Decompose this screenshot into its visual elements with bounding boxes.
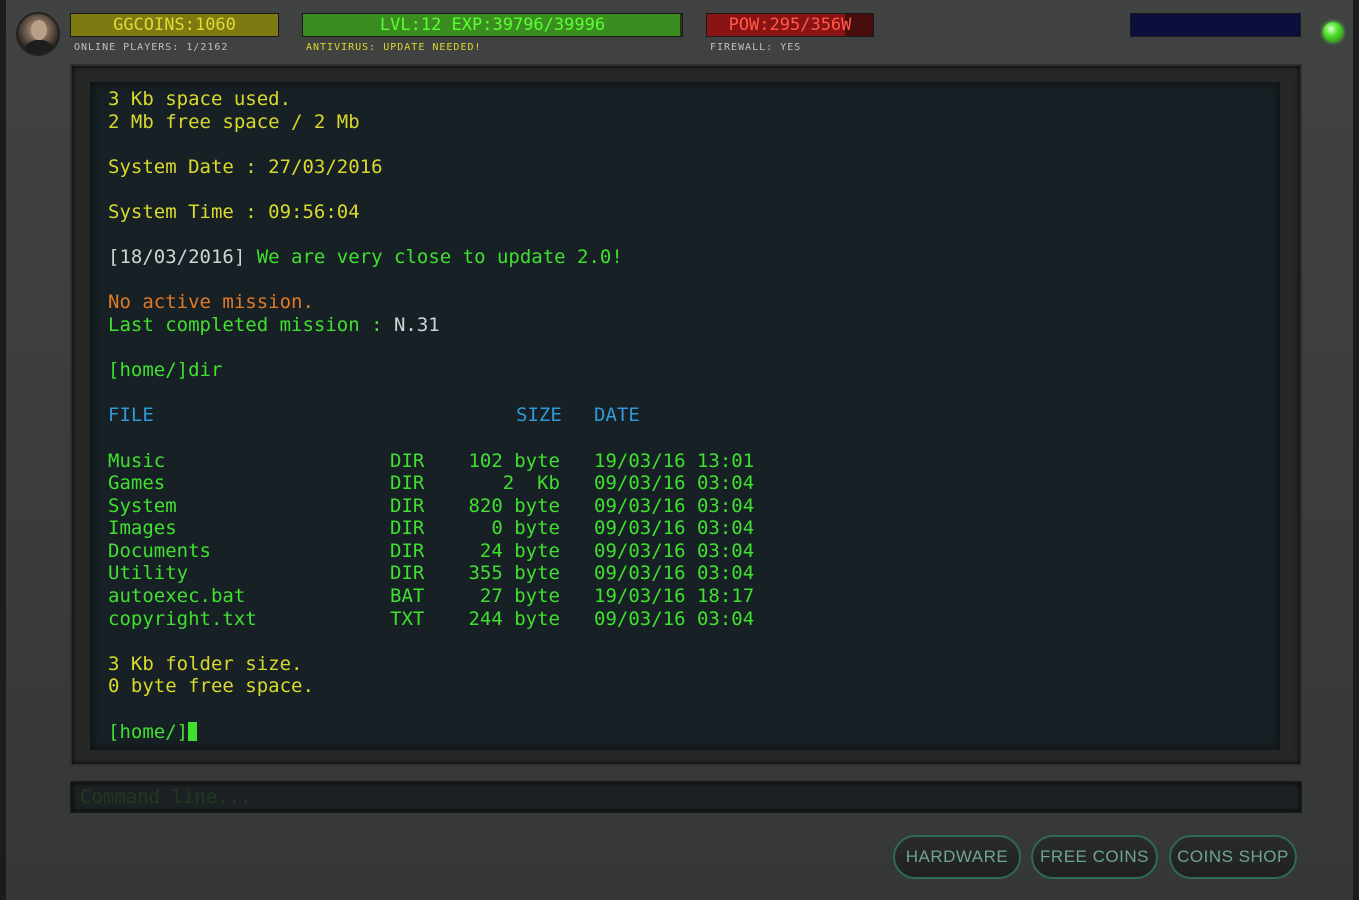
dir-command-line: [home/]dir [108,359,223,382]
file-row[interactable]: Games DIR 2 Kb 09/03/16 03:04 [108,472,1280,495]
hardware-button[interactable]: HARDWARE [893,835,1021,879]
folder-size-line: 3 Kb folder size. [108,652,303,675]
file-date: 09/03/16 03:04 [594,494,755,517]
exp-bar: LVL:12 EXP:39796/39996 [302,13,683,37]
file-type: TXT [390,607,425,630]
file-name: copyright.txt [108,607,257,630]
file-name: Utility [108,562,189,585]
last-mission-label: Last completed mission : [108,313,394,336]
file-name: Images [108,517,177,540]
avatar-body [23,40,55,54]
file-type: DIR [390,494,425,517]
file-type: DIR [390,449,425,472]
file-type: DIR [390,539,425,562]
coins-shop-button[interactable]: COINS SHOP [1169,835,1297,879]
command-line-input[interactable] [70,781,1302,813]
news-text: We are very close to update 2.0! [256,246,623,269]
file-row[interactable]: copyright.txt TXT 244 byte 09/03/16 03:04 [108,608,1280,631]
file-size: 27 byte [479,585,560,608]
file-name: Music [108,449,166,472]
file-size: 355 byte [468,562,560,585]
player-avatar[interactable] [16,12,60,56]
file-date: 09/03/16 03:04 [594,472,755,495]
file-name: Documents [108,539,211,562]
file-size: 102 byte [468,449,560,472]
file-date: 09/03/16 03:04 [594,607,755,630]
file-name: Games [108,472,166,495]
space-used-line: 3 Kb space used. [108,88,292,110]
file-row[interactable]: System DIR 820 byte 09/03/16 03:04 [108,495,1280,518]
file-row[interactable]: Images DIR 0 byte 09/03/16 03:04 [108,517,1280,540]
file-size: 24 byte [479,539,560,562]
col-date-header: DATE [594,404,640,427]
prompt-line: [home/] [108,721,1280,744]
file-type: BAT [390,585,425,608]
power-bar: POW:295/356W [706,13,874,37]
last-mission-value: N.31 [393,313,440,336]
last-mission-line: Last completed mission : N.31 [108,314,1280,337]
terminal-cursor [188,721,198,741]
coins-label: GGCOINS:1060 [113,15,236,35]
news-date: [18/03/2016] [108,246,246,269]
col-size-header: SIZE [516,404,562,427]
game-window: GGCOINS:1060 ONLINE PLAYERS: 1/2162 LVL:… [0,0,1359,900]
news-line: [18/03/2016] We are very close to update… [108,246,1280,269]
file-date: 09/03/16 03:04 [594,517,755,540]
free-space-line: 2 Mb free space / 2 Mb [108,110,360,133]
avatar-head [31,20,47,40]
file-type: DIR [390,562,425,585]
file-row[interactable]: Documents DIR 24 byte 09/03/16 03:04 [108,540,1280,563]
dir-header-row: FILE SIZE DATE [108,404,1280,427]
file-date: 19/03/16 18:17 [594,585,755,608]
terminal-output: 3 Kb space used. 2 Mb free space / 2 Mb … [90,82,1280,750]
system-date-line: System Date : 27/03/2016 [108,155,383,178]
file-type: DIR [390,472,425,495]
file-list: Music DIR 102 byte 19/03/16 13:01 Games DIR 2 … [108,450,1280,631]
online-players: ONLINE PLAYERS: 1/2162 [74,42,229,53]
file-type: DIR [390,517,425,540]
file-date: 19/03/16 13:01 [594,449,755,472]
terminal-frame: 3 Kb space used. 2 Mb free space / 2 Mb … [70,64,1302,766]
file-row[interactable]: autoexec.bat BAT 27 byte 19/03/16 18:17 [108,585,1280,608]
byte-free-line: 0 byte free space. [108,675,314,698]
file-name: autoexec.bat [108,585,246,608]
level-exp-label: LVL:12 EXP:39796/39996 [379,15,606,35]
antivirus-status: ANTIVIRUS: UPDATE NEEDED! [306,42,482,53]
power-label: POW:295/356W [728,15,852,35]
firewall-status: FIREWALL: YES [710,42,802,53]
file-size: 820 byte [468,494,560,517]
prompt-text: [home/] [108,720,189,743]
coins-bar: GGCOINS:1060 [70,13,279,37]
file-row[interactable]: Music DIR 102 byte 19/03/16 13:01 [108,450,1280,473]
col-file-header: FILE [108,404,154,427]
file-size: 2 Kb [502,472,560,495]
file-date: 09/03/16 03:04 [594,562,755,585]
free-coins-button[interactable]: FREE COINS [1031,835,1158,879]
system-time-line: System Time : 09:56:04 [108,200,360,223]
file-size: 0 byte [491,517,560,540]
connection-led-icon [1323,22,1343,42]
empty-status-bar [1130,13,1301,37]
file-name: System [108,494,177,517]
file-date: 09/03/16 03:04 [594,539,755,562]
no-mission-line: No active mission. [108,291,314,314]
file-row[interactable]: Utility DIR 355 byte 09/03/16 03:04 [108,562,1280,585]
file-size: 244 byte [468,607,560,630]
